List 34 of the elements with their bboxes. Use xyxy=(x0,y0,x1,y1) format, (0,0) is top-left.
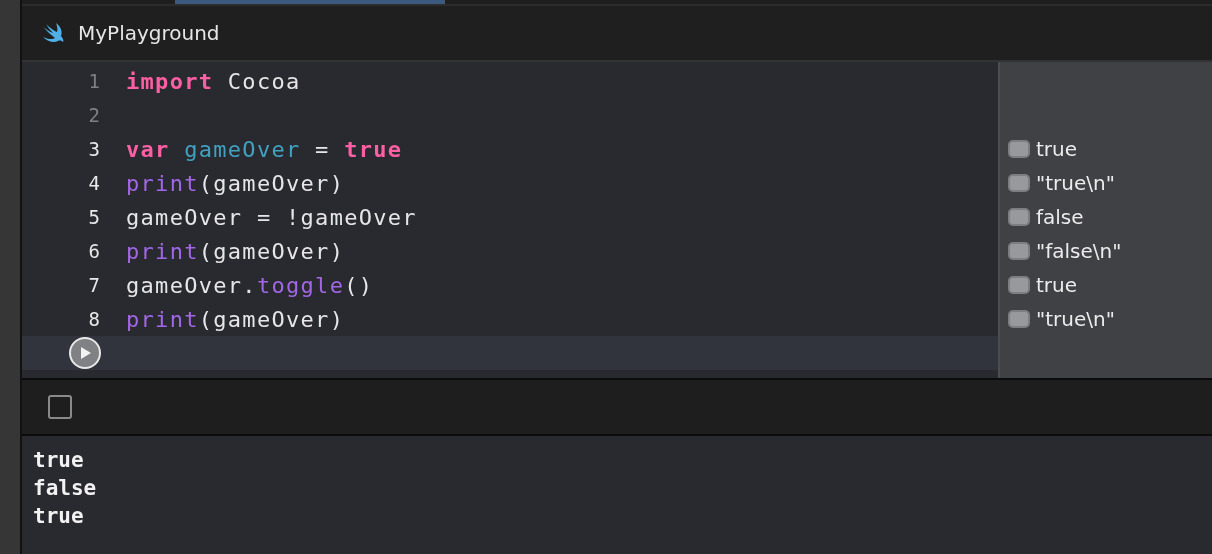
result-value: "true\n" xyxy=(1036,307,1115,331)
quick-look-button[interactable] xyxy=(1008,174,1030,192)
console-output-line: false xyxy=(33,475,98,502)
quick-look-button[interactable] xyxy=(1008,242,1030,260)
code-line: import Cocoa xyxy=(126,68,301,94)
window-title: MyPlayground xyxy=(78,21,220,45)
console-output-line: true xyxy=(33,503,85,530)
console-toggle-checkbox[interactable] xyxy=(48,395,72,419)
result-value: true xyxy=(1036,137,1078,161)
code-line: var gameOver = true xyxy=(126,136,403,162)
line-number: 1 xyxy=(88,70,100,92)
quick-look-button[interactable] xyxy=(1008,276,1030,294)
result-value: "false\n" xyxy=(1036,239,1122,263)
result-value: "true\n" xyxy=(1036,171,1115,195)
quick-look-button[interactable] xyxy=(1008,310,1030,328)
line-number: 8 xyxy=(88,308,100,330)
quick-look-button[interactable] xyxy=(1008,208,1030,226)
code-line: print(gameOver) xyxy=(126,306,345,332)
line-number: 4 xyxy=(88,172,100,194)
code-line: gameOver.toggle() xyxy=(126,272,374,298)
line-number: 5 xyxy=(88,206,100,228)
quick-look-button[interactable] xyxy=(1008,140,1030,158)
result-value: false xyxy=(1036,205,1084,229)
line-number: 2 xyxy=(88,104,100,126)
code-line: print(gameOver) xyxy=(126,170,345,196)
run-button[interactable] xyxy=(69,337,101,369)
line-number: 3 xyxy=(88,138,100,160)
result-value: true xyxy=(1036,273,1078,297)
play-icon xyxy=(78,346,92,360)
code-line: gameOver = !gameOver xyxy=(126,204,417,230)
code-line: print(gameOver) xyxy=(126,238,345,264)
line-number: 7 xyxy=(88,274,100,296)
console-output-line: true xyxy=(33,447,85,474)
line-number: 6 xyxy=(88,240,100,262)
